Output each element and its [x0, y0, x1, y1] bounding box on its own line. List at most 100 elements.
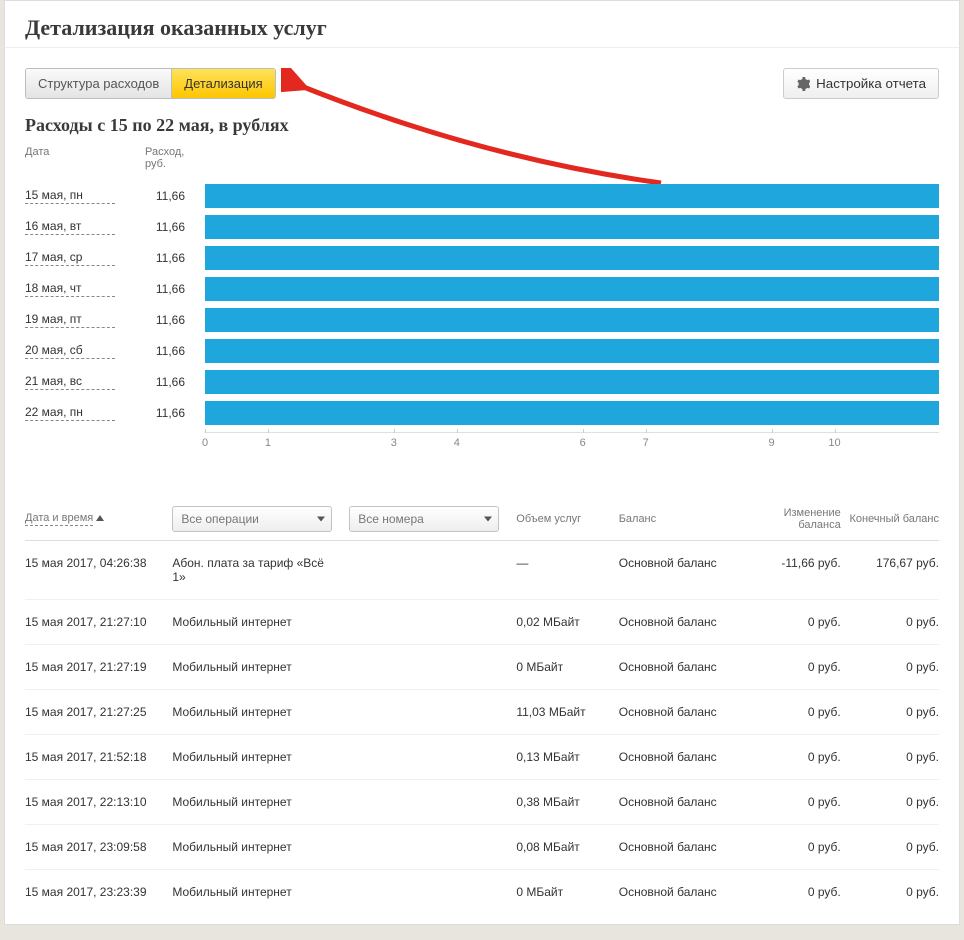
tab-structure[interactable]: Структура расходов — [26, 69, 172, 98]
chevron-down-icon — [484, 517, 492, 522]
chart-date-label[interactable]: 20 мая, сб — [25, 343, 115, 359]
chart-bar — [205, 370, 939, 394]
cell-end-balance: 0 руб. — [841, 795, 939, 809]
chart-date-label[interactable]: 19 мая, пт — [25, 312, 115, 328]
cell-datetime: 15 мая 2017, 21:52:18 — [25, 750, 172, 764]
cell-end-balance: 0 руб. — [841, 840, 939, 854]
cell-volume: 0,02 МБайт — [516, 615, 604, 629]
cell-datetime: 15 мая 2017, 21:27:19 — [25, 660, 172, 674]
cell-volume: 0,38 МБайт — [516, 795, 604, 809]
cell-datetime: 15 мая 2017, 23:09:58 — [25, 840, 172, 854]
table-row: 15 мая 2017, 21:27:25Мобильный интернет 1… — [25, 690, 939, 735]
chart-header: Дата Расход, руб. — [25, 146, 939, 180]
cell-operation: Мобильный интернет — [172, 750, 349, 764]
toolbar: Структура расходов Детализация Настройка… — [5, 48, 959, 109]
cell-operation: Мобильный интернет — [172, 705, 349, 719]
operations-table: Дата и время Все операции Все номера Объ… — [5, 466, 959, 924]
cell-volume: 11,03 МБайт — [516, 705, 604, 719]
cell-datetime: 15 мая 2017, 21:27:10 — [25, 615, 172, 629]
chart-date-label[interactable]: 16 мая, вт — [25, 219, 115, 235]
th-volume: Объем услуг — [516, 513, 604, 525]
cell-datetime: 15 мая 2017, 23:23:39 — [25, 885, 172, 899]
report-settings-button[interactable]: Настройка отчета — [783, 68, 939, 99]
cell-change: 0 руб. — [743, 615, 841, 629]
cell-datetime: 15 мая 2017, 22:13:10 — [25, 795, 172, 809]
axis-tick: 1 — [265, 433, 271, 449]
cell-volume: 0,08 МБайт — [516, 840, 604, 854]
cell-datetime: 15 мая 2017, 04:26:38 — [25, 556, 172, 570]
cell-end-balance: 0 руб. — [841, 705, 939, 719]
chart-value: 11,66 — [145, 251, 205, 265]
cell-datetime: 15 мая 2017, 21:27:25 — [25, 705, 172, 719]
table-header: Дата и время Все операции Все номера Объ… — [25, 506, 939, 541]
th-balance-change: Изменение баланса — [742, 507, 840, 531]
axis-tick: 0 — [202, 433, 208, 449]
chart-value: 11,66 — [145, 189, 205, 203]
axis-tick: 3 — [391, 433, 397, 449]
cell-volume: — — [516, 556, 604, 570]
cell-operation: Мобильный интернет — [172, 615, 349, 629]
cell-balance: Основной баланс — [605, 705, 743, 719]
cell-end-balance: 0 руб. — [841, 885, 939, 899]
chart-bar — [205, 184, 939, 208]
chart-date-label[interactable]: 15 мая, пн — [25, 188, 115, 204]
chart-axis: 013467910 — [25, 432, 939, 456]
chart-row: 21 мая, вс 11,66 — [25, 366, 939, 397]
th-end-balance: Конечный баланс — [841, 513, 939, 525]
cell-end-balance: 0 руб. — [841, 750, 939, 764]
chart-subtitle: Расходы с 15 по 22 мая, в рублях — [25, 115, 939, 136]
chart-row: 15 мая, пн 11,66 — [25, 180, 939, 211]
page-title: Детализация оказанных услуг — [25, 15, 939, 41]
cell-change: -11,66 руб. — [743, 556, 841, 570]
tab-group: Структура расходов Детализация — [25, 68, 276, 99]
table-row: 15 мая 2017, 21:52:18Мобильный интернет 0… — [25, 735, 939, 780]
table-row: 15 мая 2017, 23:23:39Мобильный интернет 0… — [25, 870, 939, 914]
axis-tick: 7 — [643, 433, 649, 449]
th-datetime-label: Дата и время — [25, 512, 93, 526]
chart-date-label[interactable]: 21 мая, вс — [25, 374, 115, 390]
chart-col-expense: Расход, руб. — [145, 146, 205, 170]
axis-tick: 10 — [828, 433, 840, 449]
chart-value: 11,66 — [145, 344, 205, 358]
table-row: 15 мая 2017, 21:27:10Мобильный интернет 0… — [25, 600, 939, 645]
cell-change: 0 руб. — [743, 795, 841, 809]
chart-date-label[interactable]: 17 мая, ср — [25, 250, 115, 266]
chart-date-label[interactable]: 22 мая, пн — [25, 405, 115, 421]
th-datetime[interactable]: Дата и время — [25, 512, 172, 526]
axis-tick: 9 — [768, 433, 774, 449]
cell-end-balance: 0 руб. — [841, 660, 939, 674]
cell-operation: Мобильный интернет — [172, 795, 349, 809]
cell-balance: Основной баланс — [605, 795, 743, 809]
operations-select-value: Все операции — [181, 512, 258, 526]
cell-change: 0 руб. — [743, 840, 841, 854]
tab-details[interactable]: Детализация — [172, 69, 274, 98]
sort-asc-icon — [96, 515, 104, 521]
chart-bar — [205, 308, 939, 332]
numbers-select[interactable]: Все номера — [349, 506, 499, 532]
chart-date-label[interactable]: 18 мая, чт — [25, 281, 115, 297]
cell-volume: 0,13 МБайт — [516, 750, 604, 764]
cell-operation: Мобильный интернет — [172, 885, 349, 899]
chart-bar — [205, 401, 939, 425]
table-row: 15 мая 2017, 23:09:58Мобильный интернет0… — [25, 825, 939, 870]
cell-balance: Основной баланс — [605, 556, 743, 570]
operations-select[interactable]: Все операции — [172, 506, 332, 532]
chart-bar — [205, 339, 939, 363]
chart-value: 11,66 — [145, 313, 205, 327]
chart-col-date: Дата — [25, 146, 145, 170]
chart-value: 11,66 — [145, 282, 205, 296]
chevron-down-icon — [317, 517, 325, 522]
cell-change: 0 руб. — [743, 660, 841, 674]
cell-change: 0 руб. — [743, 750, 841, 764]
chart-row: 22 мая, пн11,66 — [25, 397, 939, 428]
axis-tick: 6 — [580, 433, 586, 449]
cell-operation: Абон. плата за тариф «Всё 1» — [172, 556, 349, 584]
cell-end-balance: 176,67 руб. — [841, 556, 939, 570]
cell-end-balance: 0 руб. — [841, 615, 939, 629]
cell-balance: Основной баланс — [605, 750, 743, 764]
gear-icon — [796, 77, 810, 91]
cell-change: 0 руб. — [743, 885, 841, 899]
cell-balance: Основной баланс — [605, 660, 743, 674]
table-row: 15 мая 2017, 04:26:38Абон. плата за тари… — [25, 541, 939, 600]
chart-value: 11,66 — [145, 375, 205, 389]
